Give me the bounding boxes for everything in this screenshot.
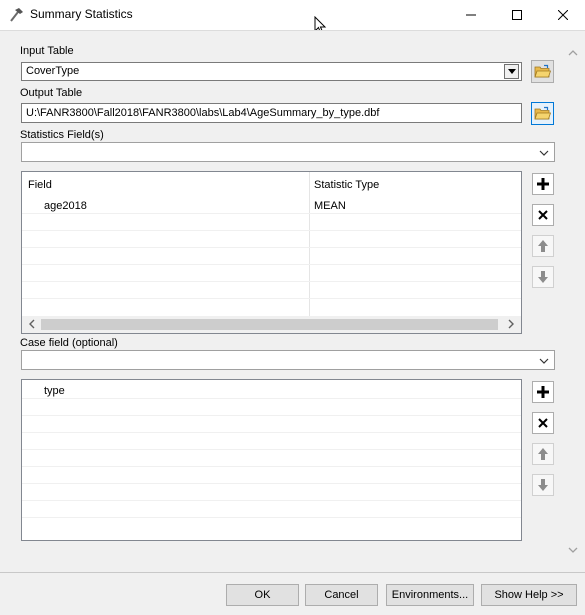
field-column-header[interactable]: Field [28, 179, 52, 191]
chevron-down-icon [539, 358, 549, 364]
input-table-label: Input Table [20, 45, 74, 57]
remove-case-field-button[interactable] [532, 412, 554, 434]
dialog-footer: OK Cancel Environments... Show Help >> [0, 572, 585, 615]
hammer-icon [7, 6, 25, 24]
minimize-icon [466, 14, 476, 16]
list-item[interactable]: type [22, 382, 521, 399]
add-statistic-button[interactable] [532, 173, 554, 195]
field-cell[interactable]: age2018 [44, 200, 87, 212]
open-folder-icon [534, 64, 551, 78]
chevron-down-icon [539, 150, 549, 156]
input-table-combo[interactable]: CoverType [21, 62, 522, 81]
table-row[interactable] [22, 265, 521, 282]
output-table-label: Output Table [20, 87, 83, 99]
x-icon [538, 418, 548, 428]
list-item[interactable] [22, 433, 521, 450]
move-down-button[interactable] [532, 266, 554, 288]
environments-button[interactable]: Environments... [386, 584, 474, 606]
plus-icon [537, 386, 549, 398]
list-item[interactable] [22, 501, 521, 518]
list-item[interactable] [22, 399, 521, 416]
list-item[interactable] [22, 518, 521, 535]
close-icon [558, 10, 568, 20]
maximize-icon [512, 10, 522, 20]
combo-dropdown-button[interactable] [504, 64, 519, 79]
close-button[interactable] [540, 0, 585, 30]
scroll-down-icon[interactable] [566, 543, 580, 557]
tool-dialog-body: Input Table CoverType Output Table U:\FA… [0, 30, 585, 572]
input-table-browse-button[interactable] [531, 60, 554, 83]
move-up-button[interactable] [532, 235, 554, 257]
statistics-fields-grid[interactable]: Field Statistic Type age2018 MEAN [21, 171, 522, 334]
show-help-button[interactable]: Show Help >> [481, 584, 577, 606]
remove-statistic-button[interactable] [532, 204, 554, 226]
arrow-down-icon [538, 479, 548, 491]
horizontal-scrollbar[interactable] [22, 316, 521, 333]
move-up-button[interactable] [532, 443, 554, 465]
chevron-down-icon [507, 69, 516, 74]
minimize-button[interactable] [448, 0, 494, 30]
arrow-down-icon [538, 271, 548, 283]
output-table-browse-button[interactable] [531, 102, 554, 125]
input-table-value: CoverType [26, 65, 80, 77]
output-table-value: U:\FANR3800\Fall2018\FANR3800\labs\Lab4\… [26, 107, 380, 119]
arrow-up-icon [538, 240, 548, 252]
open-folder-icon [534, 106, 551, 120]
scrollbar-thumb[interactable] [41, 319, 498, 330]
add-case-field-button[interactable] [532, 381, 554, 403]
case-field-dropdown[interactable] [21, 350, 555, 370]
move-down-button[interactable] [532, 474, 554, 496]
case-field-item[interactable]: type [44, 385, 65, 397]
table-row[interactable] [22, 282, 521, 299]
table-row[interactable] [22, 231, 521, 248]
statistics-field-dropdown[interactable] [21, 142, 555, 162]
window-title: Summary Statistics [30, 7, 133, 21]
table-row[interactable] [22, 299, 521, 316]
statistic-type-cell[interactable]: MEAN [314, 200, 346, 212]
table-row[interactable] [22, 248, 521, 265]
list-item[interactable] [22, 416, 521, 433]
maximize-button[interactable] [494, 0, 540, 30]
list-item[interactable] [22, 467, 521, 484]
table-row[interactable] [22, 214, 521, 231]
case-field-label: Case field (optional) [20, 337, 118, 349]
list-item[interactable] [22, 450, 521, 467]
scroll-up-icon[interactable] [566, 46, 580, 60]
arrow-up-icon [538, 448, 548, 460]
statistic-type-column-header[interactable]: Statistic Type [314, 179, 379, 191]
plus-icon [537, 178, 549, 190]
table-row[interactable]: age2018 MEAN [22, 197, 521, 214]
output-table-field[interactable]: U:\FANR3800\Fall2018\FANR3800\labs\Lab4\… [21, 103, 522, 123]
case-field-list[interactable]: type [21, 379, 522, 541]
scroll-left-icon[interactable] [26, 318, 38, 330]
scroll-right-icon[interactable] [505, 318, 517, 330]
cancel-button[interactable]: Cancel [305, 584, 378, 606]
title-bar[interactable]: Summary Statistics [0, 0, 585, 35]
statistics-fields-label: Statistics Field(s) [20, 129, 104, 141]
x-icon [538, 210, 548, 220]
ok-button[interactable]: OK [226, 584, 299, 606]
list-item[interactable] [22, 484, 521, 501]
